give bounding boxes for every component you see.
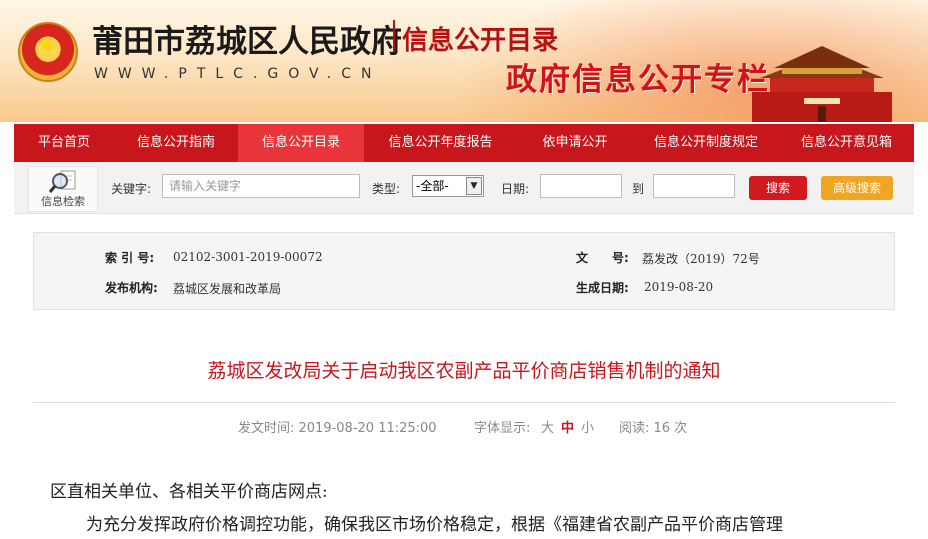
article-salutation: 区直相关单位、各相关平价商店网点: [50,482,328,502]
type-select[interactable]: -全部- ▼ [412,175,484,197]
magnifier-icon [49,170,76,193]
date-generated-label: 生成日期: [576,281,629,295]
date-to-label: 到 [632,182,645,196]
nav-item-on-request[interactable]: 依申请公开 [517,124,633,162]
search-logo-text: 信息检索 [41,195,85,208]
keyword-input[interactable] [162,174,360,198]
chevron-down-icon[interactable]: ▼ [466,177,482,195]
title-divider [33,402,895,403]
date-label: 日期: [501,182,530,196]
index-value: 02102-3001-2019-00072 [173,250,323,264]
site-url: WWW.PTLC.GOV.CN [94,66,382,82]
section-title: 信息公开目录 [402,26,559,56]
nav-item-home[interactable]: 平台首页 [14,124,114,162]
font-size-small[interactable]: 小 [581,417,594,436]
font-size-label: 字体显示: [474,421,531,436]
type-label: 类型: [372,182,401,196]
search-button[interactable]: 搜索 [749,176,807,200]
nav-item-annual-report[interactable]: 信息公开年度报告 [364,124,517,162]
article-title: 荔城区发改局关于启动我区农副产品平价商店销售机制的通知 [207,360,721,382]
publish-time: 发文时间: 2019-08-20 11:25:00 [238,421,437,436]
site-header: ★ 莆田市荔城区人民政府 信息公开目录 WWW.PTLC.GOV.CN 政府信息… [0,0,928,122]
nav-item-regulations[interactable]: 信息公开制度规定 [633,124,779,162]
end-date-input[interactable] [653,174,735,198]
search-bar: 信息检索 关键字: 类型: -全部- ▼ 日期: 到 搜索 高级搜索 [14,162,914,214]
doc-number-value: 荔发改（2019）72号 [642,252,760,266]
nav-item-guide[interactable]: 信息公开指南 [114,124,238,162]
font-size-medium[interactable]: 中 [561,417,574,436]
keyword-label: 关键字: [111,182,152,196]
national-emblem-icon: ★ [18,22,78,82]
header-slogan: 政府信息公开专栏 [506,62,770,98]
main-nav: 平台首页 信息公开指南 信息公开目录 信息公开年度报告 依申请公开 信息公开制度… [14,124,914,162]
type-select-value: -全部- [416,179,449,193]
search-logo: 信息检索 [28,166,98,212]
org-value: 荔城区发展和改革局 [173,282,282,296]
date-generated-value: 2019-08-20 [644,280,714,294]
title-separator [393,20,395,52]
view-count: 阅读: 16 次 [619,421,688,436]
tiananmen-gate-icon [752,46,892,122]
document-meta: 索 引 号: 02102-3001-2019-00072 文 号: 荔发改（20… [33,232,895,310]
doc-number-label: 文 号: [576,251,629,265]
nav-item-feedback[interactable]: 信息公开意见箱 [779,124,914,162]
index-label: 索 引 号: [105,251,155,265]
nav-item-catalog[interactable]: 信息公开目录 [238,124,364,162]
site-title[interactable]: 莆田市荔城区人民政府 [92,16,402,61]
org-label: 发布机构: [105,281,158,295]
start-date-input[interactable] [540,174,622,198]
font-size-large[interactable]: 大 [541,417,554,436]
article-paragraph: 为充分发挥政府价格调控功能，确保我区市场价格稳定，根据《福建省农副产品平价商店管… [86,515,783,535]
advanced-search-button[interactable]: 高级搜索 [821,176,893,200]
